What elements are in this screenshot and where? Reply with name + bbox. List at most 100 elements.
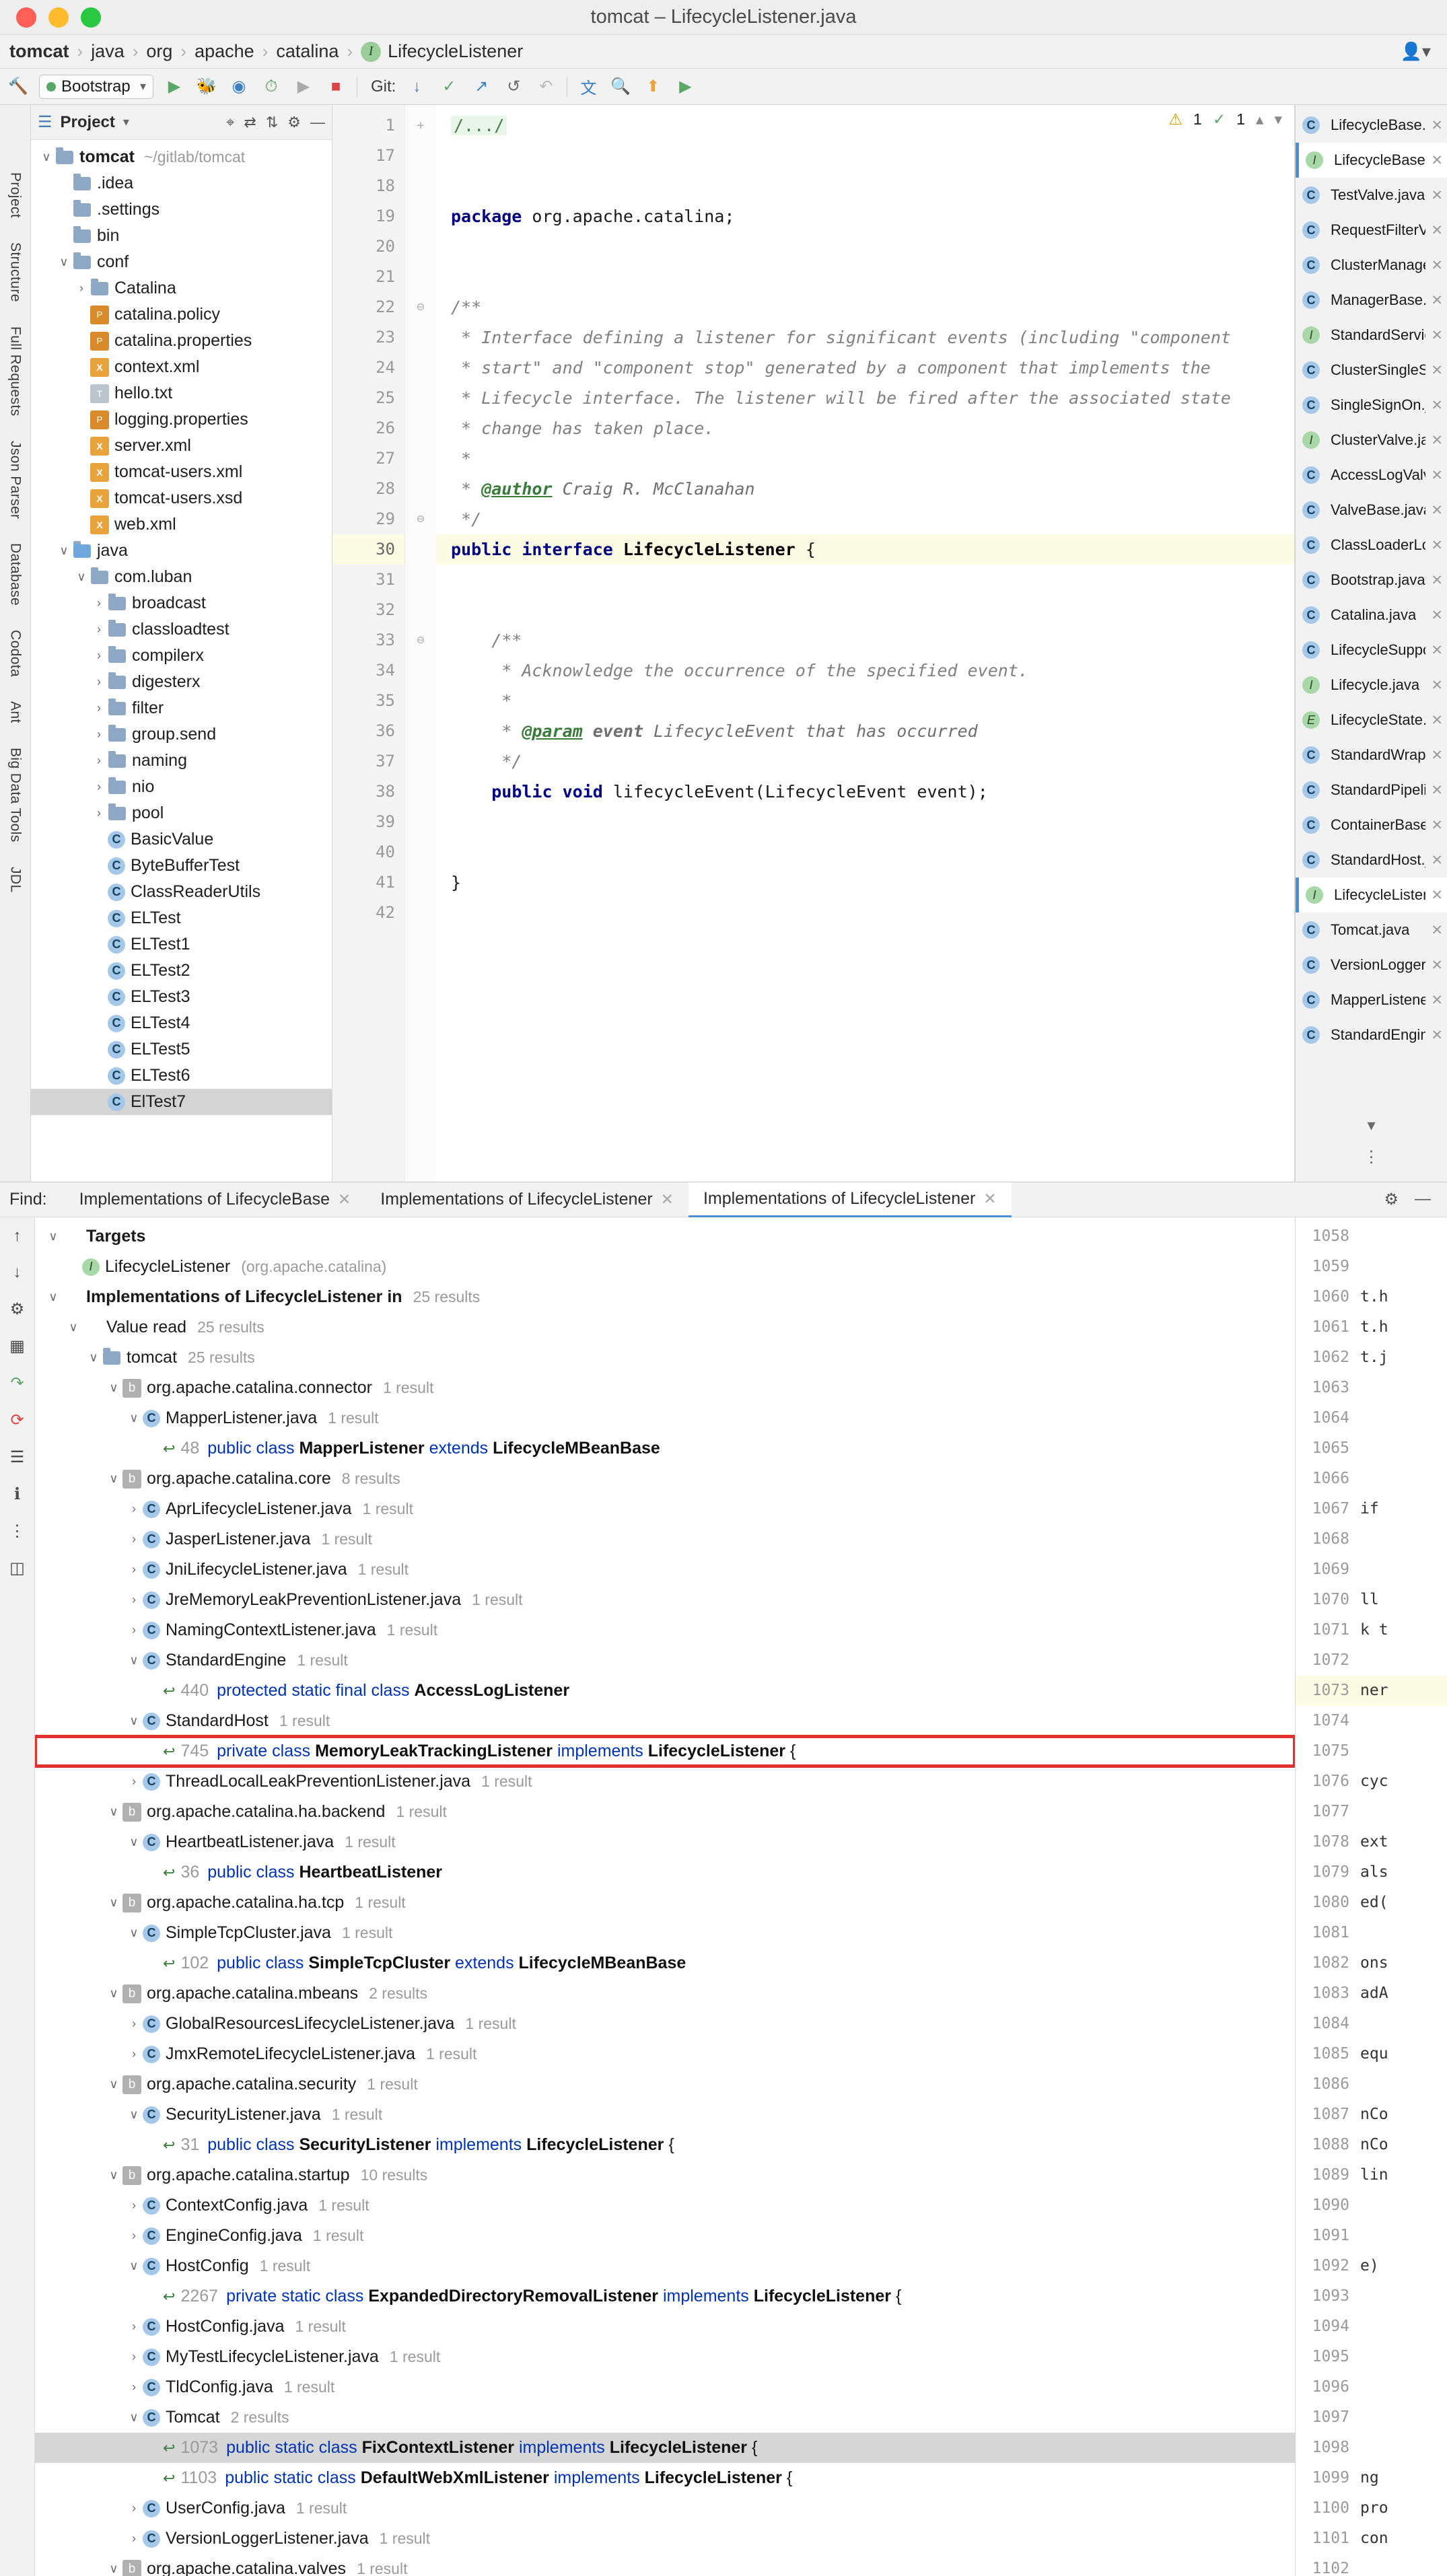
find-result-node[interactable]: › C AprLifecycleListener.java 1 result — [35, 1494, 1295, 1524]
find-result-node[interactable]: › C ContextConfig.java 1 result — [35, 2190, 1295, 2221]
tree-expander[interactable]: ∨ — [125, 1653, 143, 1668]
tree-expander[interactable]: › — [125, 2198, 143, 2213]
tree-expander[interactable]: › — [125, 2047, 143, 2061]
find-result-node[interactable]: › C MyTestLifecycleListener.java 1 result — [35, 2342, 1295, 2372]
info-icon[interactable]: ℹ — [14, 1484, 20, 1504]
find-result-node[interactable]: ∨ Targets — [35, 1221, 1295, 1252]
find-result-node[interactable]: ∨ b org.apache.catalina.mbeans 2 results — [35, 1978, 1295, 2009]
find-result-node[interactable]: ∨ b org.apache.catalina.ha.backend 1 result — [35, 1797, 1295, 1827]
project-tree-item[interactable]: C ELTest5 — [31, 1036, 332, 1063]
find-tab-1[interactable]: Implementations of LifecycleListener ✕ — [365, 1182, 689, 1217]
find-result-node[interactable]: › C UserConfig.java 1 result — [35, 2493, 1295, 2524]
editor-file-tab[interactable]: C LifecycleSuppor ✕ — [1296, 633, 1447, 668]
tree-expander[interactable]: › — [90, 675, 108, 689]
find-tab-2[interactable]: Implementations of LifecycleListener ✕ — [688, 1182, 1012, 1217]
user-avatar-icon[interactable]: 👤▾ — [1401, 41, 1431, 62]
find-result-node[interactable]: ∨ C StandardHost 1 result — [35, 1706, 1295, 1736]
project-tree-item[interactable]: Xtomcat-users.xsd — [31, 485, 332, 511]
code-line[interactable]: */ — [436, 746, 1294, 777]
preview-icon[interactable]: ◫ — [9, 1559, 25, 1578]
find-result-node[interactable]: ∨ Implementations of LifecycleListener in… — [35, 1282, 1295, 1312]
editor-file-tab[interactable]: I Lifecycle.java ✕ — [1296, 668, 1447, 703]
fold-marker[interactable] — [405, 262, 436, 292]
run-green-icon[interactable]: ▶ — [674, 75, 697, 98]
tree-expander[interactable]: ∨ — [125, 2410, 143, 2425]
tree-expander[interactable]: ∨ — [125, 2259, 143, 2273]
close-icon[interactable]: ✕ — [1431, 222, 1443, 239]
rerun-search-icon[interactable]: ⟳ — [10, 1410, 24, 1430]
find-result-node[interactable]: › C JasperListener.java 1 result — [35, 1524, 1295, 1554]
editor-file-tab[interactable]: C ClusterSingleSi ✕ — [1296, 353, 1447, 388]
sidebar-item-jdl[interactable]: JDL — [7, 867, 24, 893]
find-result-node[interactable]: › C EngineConfig.java 1 result — [35, 2221, 1295, 2251]
project-tree-item[interactable]: › filter — [31, 695, 332, 721]
close-icon[interactable]: ✕ — [1431, 607, 1443, 624]
tree-expander[interactable]: › — [90, 622, 108, 637]
close-icon[interactable]: ✕ — [983, 1190, 996, 1208]
fold-marker[interactable] — [405, 413, 436, 443]
code-line[interactable] — [436, 898, 1294, 928]
project-tree-item[interactable]: C ClassReaderUtils — [31, 879, 332, 905]
git-history-icon[interactable]: ↺ — [502, 75, 525, 98]
tree-expander[interactable]: › — [90, 754, 108, 768]
sidebar-item-project[interactable]: Project — [7, 172, 24, 218]
find-result-node[interactable]: ∨ b org.apache.catalina.valves 1 result — [35, 2554, 1295, 2576]
find-result-match[interactable]: ↩ 48 public class MapperListener extends L… — [35, 1433, 1295, 1464]
project-tree-item[interactable]: Xweb.xml — [31, 511, 332, 538]
group-by-icon[interactable]: ▦ — [9, 1336, 25, 1356]
editor-file-tab[interactable]: C ValveBase.java ✕ — [1296, 493, 1447, 528]
code-line[interactable]: * @author Craig R. McClanahan — [436, 474, 1294, 504]
breadcrumb-item-lifecyclelistener[interactable]: LifecycleListener — [388, 41, 523, 62]
project-tree-item[interactable]: Xserver.xml — [31, 433, 332, 459]
project-tree-item[interactable]: Pcatalina.policy — [31, 301, 332, 328]
find-result-node[interactable]: I LifecycleListener (org.apache.catalina) — [35, 1252, 1295, 1282]
project-tree-item[interactable]: C ELTest3 — [31, 984, 332, 1010]
code-line[interactable] — [436, 807, 1294, 837]
code-line[interactable] — [436, 565, 1294, 595]
stop-icon[interactable]: ■ — [324, 75, 347, 98]
find-result-node[interactable]: › C HostConfig.java 1 result — [35, 2312, 1295, 2342]
fold-marker[interactable] — [405, 474, 436, 504]
find-result-node[interactable]: ∨ b org.apache.catalina.startup 10 results — [35, 2160, 1295, 2190]
project-tree-item[interactable]: Plogging.properties — [31, 406, 332, 433]
project-tree-item[interactable]: C BasicValue — [31, 826, 332, 853]
tree-expander[interactable]: ∨ — [125, 2108, 143, 2122]
close-icon[interactable]: ✕ — [1431, 362, 1443, 379]
fold-marker[interactable] — [405, 686, 436, 716]
code-line[interactable]: * Acknowledge the occurrence of the spec… — [436, 655, 1294, 686]
editor-file-tab[interactable]: C ClusterManager ✕ — [1296, 248, 1447, 283]
code-line[interactable]: package org.apache.catalina; — [436, 201, 1294, 231]
find-result-node[interactable]: ∨ tomcat 25 results — [35, 1343, 1295, 1373]
fold-marker[interactable]: ⊖ — [405, 292, 436, 322]
close-icon[interactable]: ✕ — [338, 1190, 351, 1209]
tree-expander[interactable]: ∨ — [125, 1411, 143, 1425]
translate-icon[interactable]: 文 — [577, 75, 600, 98]
editor-file-tab[interactable]: C TestValve.java ✕ — [1296, 178, 1447, 213]
chevron-down-icon[interactable]: ▾ — [123, 115, 129, 129]
coverage-icon[interactable]: ◉ — [227, 75, 250, 98]
project-tree-item[interactable]: › classloadtest — [31, 616, 332, 643]
find-result-node[interactable]: ∨ C SimpleTcpCluster.java 1 result — [35, 1918, 1295, 1948]
project-tree-item[interactable]: › Catalina — [31, 275, 332, 301]
fold-marker[interactable] — [405, 655, 436, 686]
editor-file-tab[interactable]: C ContainerBase. ✕ — [1296, 808, 1447, 843]
editor-file-tab[interactable]: C ManagerBase.ja ✕ — [1296, 283, 1447, 318]
close-icon[interactable]: ✕ — [1431, 467, 1443, 484]
project-tree-item[interactable]: C ELTest6 — [31, 1063, 332, 1089]
sidebar-item-database[interactable]: Database — [7, 543, 24, 606]
project-tree-item[interactable]: › group.send — [31, 721, 332, 748]
code-line[interactable] — [436, 141, 1294, 171]
find-result-match[interactable]: ↩ 440 protected static final class AccessL… — [35, 1676, 1295, 1706]
code-line[interactable]: * Interface defining a listener for sign… — [436, 322, 1294, 353]
close-icon[interactable]: ✕ — [1431, 887, 1443, 904]
project-tree-item[interactable]: Xcontext.xml — [31, 354, 332, 380]
tree-expander[interactable]: ∨ — [125, 1714, 143, 1728]
project-tree-item[interactable]: Thello.txt — [31, 380, 332, 406]
chevron-down-icon[interactable]: ▾ — [1367, 1116, 1375, 1135]
window-controls[interactable] — [0, 7, 101, 28]
git-rollback-icon[interactable]: ↶ — [534, 75, 557, 98]
editor-file-tab[interactable]: I ClusterValve.jav ✕ — [1296, 423, 1447, 458]
tree-expander[interactable]: › — [90, 596, 108, 610]
editor-file-tab[interactable]: I StandardService ✕ — [1296, 318, 1447, 353]
editor-fold-column[interactable]: + ⊖ ⊖ ⊖ — [405, 105, 436, 1182]
